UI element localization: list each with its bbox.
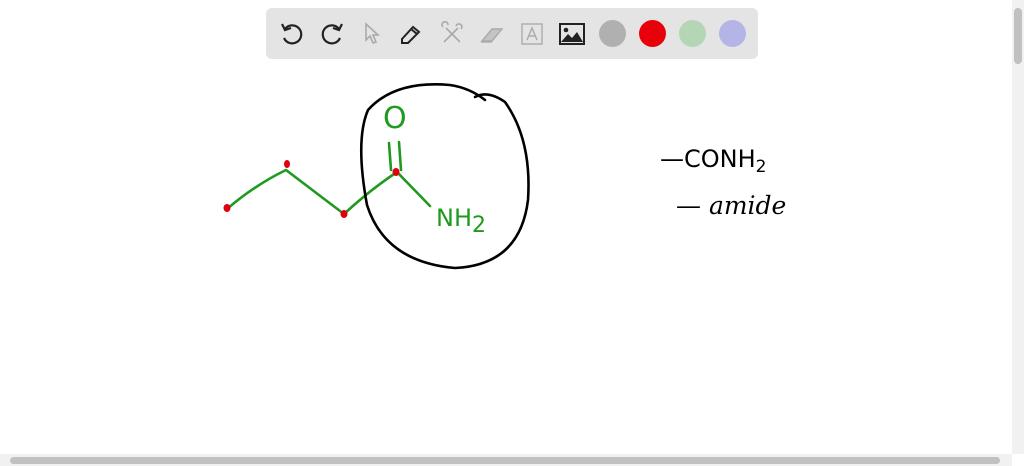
note-amide: — amide [676,191,786,220]
note-conh2: —CONH2 [660,145,766,177]
amine-label: NH2 [436,204,486,238]
horizontal-scroll-thumb[interactable] [10,457,1000,464]
drawing-canvas[interactable]: O NH2 —CONH2 — amide [0,0,1012,454]
vertical-scrollbar[interactable] [1012,0,1024,454]
vertical-scroll-thumb[interactable] [1014,8,1022,64]
oxygen-label: O [383,101,407,136]
carbon-chain [225,140,432,216]
horizontal-scrollbar[interactable] [0,454,1012,466]
